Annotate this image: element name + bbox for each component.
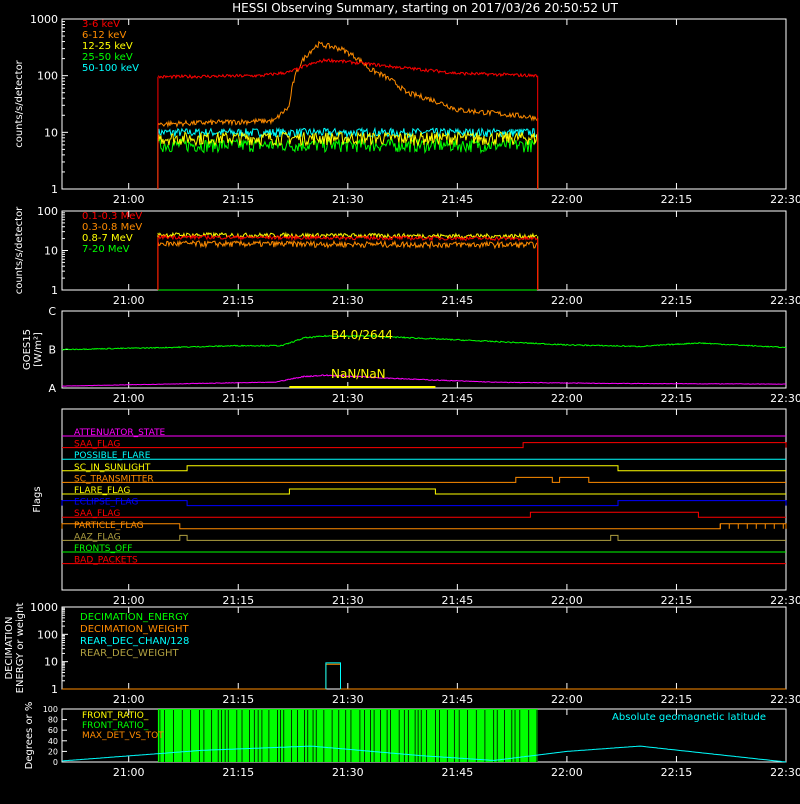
time-tick-label: 21:45 [442,392,474,405]
time-tick-label: 21:15 [222,392,254,405]
flag-label: PARTICLE_FLAG [74,521,144,531]
time-tick-label: 21:00 [113,693,145,706]
legend-entry: 0.3-0.8 MeV [82,222,142,233]
time-tick-label: 22:30 [770,193,800,206]
y-tick-label: 60 [48,726,58,735]
y-tick-label: 100 [37,205,58,218]
time-tick-label: 21:30 [332,693,364,706]
legend-entry: 25-50 keV [82,52,133,63]
y-axis-label: counts/s/detector [14,59,25,147]
time-tick-label: 21:15 [222,294,254,307]
time-tick-label: 21:30 [332,294,364,307]
y-tick-label: 100 [43,705,58,714]
time-tick-label: 22:00 [551,193,583,206]
time-tick-label: 22:30 [770,766,800,779]
hessi-summary-figure: HESSI Observing Summary, starting on 201… [0,0,800,800]
y-tick-label: 100 [37,70,58,83]
time-tick-label: 22:30 [770,294,800,307]
y-tick-label: C [48,305,56,318]
time-tick-label: 21:15 [222,693,254,706]
time-tick-label: 21:45 [442,594,474,607]
y-tick-label: 40 [48,737,58,746]
time-tick-label: 22:00 [551,594,583,607]
legend-entry: DECIMATION_WEIGHT [80,624,189,635]
time-tick-label: 22:00 [551,693,583,706]
legend-entry: MAX_DET_VS_TOT [82,731,164,741]
time-tick-label: 22:15 [661,193,693,206]
goes-short-annotation: NaN/NaN [331,367,386,381]
time-tick-label: 21:45 [442,766,474,779]
time-tick-label: 22:15 [661,392,693,405]
y-tick-label: B [48,344,56,357]
time-tick-label: 22:00 [551,766,583,779]
y-axis-label: DECIMATION [4,616,15,679]
y-tick-label: A [48,382,56,395]
legend-entry: DECIMATION_ENERGY [80,612,189,623]
time-tick-label: 22:00 [551,392,583,405]
time-tick-label: 22:15 [661,693,693,706]
time-tick-label: 22:15 [661,594,693,607]
time-tick-label: 21:45 [442,693,474,706]
y-tick-label: 1 [51,183,58,196]
time-tick-label: 22:15 [661,294,693,307]
flag-label: ECLIPSE_FLAG [74,498,138,508]
chart-title: HESSI Observing Summary, starting on 201… [232,1,618,15]
time-tick-label: 21:30 [332,193,364,206]
legend-entry: 6-12 keV [82,30,126,41]
y-tick-label: 1000 [30,601,58,614]
y-tick-label: 10 [44,126,58,139]
legend-entry: FRONT_RATIO_ [82,721,149,731]
y-axis-label: Flags [32,486,43,512]
chart-canvas: HESSI Observing Summary, starting on 201… [0,0,800,800]
y-tick-label: 0 [53,758,58,767]
legend-entry: 50-100 keV [82,63,139,74]
y-tick-label: 10 [44,656,58,669]
y-axis-label: counts/s/detector [14,206,25,294]
y-tick-label: 10 [44,245,58,258]
time-tick-label: 22:30 [770,594,800,607]
time-tick-label: 21:00 [113,766,145,779]
geomagnetic-latitude-label: Absolute geomagnetic latitude [612,712,766,723]
y-tick-label: 1 [51,683,58,696]
y-axis-label: [W/m²] [33,332,44,367]
time-tick-label: 21:30 [332,766,364,779]
y-axis-label: Degrees or % [24,702,35,770]
time-tick-label: 21:30 [332,392,364,405]
front-ratio-fill [157,709,538,762]
goes-long-annotation: B4.0/2644 [331,328,393,342]
time-tick-label: 22:30 [770,392,800,405]
legend-entry: 0.8-7 MeV [82,233,133,244]
legend-entry: 7-20 MeV [82,244,130,255]
time-tick-label: 22:15 [661,766,693,779]
time-tick-label: 22:00 [551,294,583,307]
legend-entry: 3-6 keV [82,19,120,30]
time-tick-label: 21:45 [442,294,474,307]
legend-entry: REAR_DEC_CHAN/128 [80,636,189,647]
time-tick-label: 21:15 [222,594,254,607]
time-tick-label: 21:30 [332,594,364,607]
y-tick-label: 1 [51,284,58,297]
time-tick-label: 21:00 [113,392,145,405]
legend-entry: FRONT_RATIO_ [82,711,149,721]
time-tick-label: 21:00 [113,193,145,206]
time-tick-label: 21:15 [222,193,254,206]
legend-entry: 12-25 keV [82,41,133,52]
y-tick-label: 80 [48,716,58,725]
time-tick-label: 21:00 [113,294,145,307]
time-tick-label: 22:30 [770,693,800,706]
y-tick-label: 20 [48,747,58,756]
time-tick-label: 21:45 [442,193,474,206]
time-tick-label: 21:15 [222,766,254,779]
legend-entry: 0.1-0.3 MeV [82,211,142,222]
y-tick-label: 100 [37,628,58,641]
time-tick-label: 21:00 [113,594,145,607]
legend-entry: REAR_DEC_WEIGHT [80,648,179,659]
y-axis-label: ENERGY or weight [15,603,26,694]
y-axis-label: GOES15 [22,329,33,370]
y-tick-label: 1000 [30,13,58,26]
